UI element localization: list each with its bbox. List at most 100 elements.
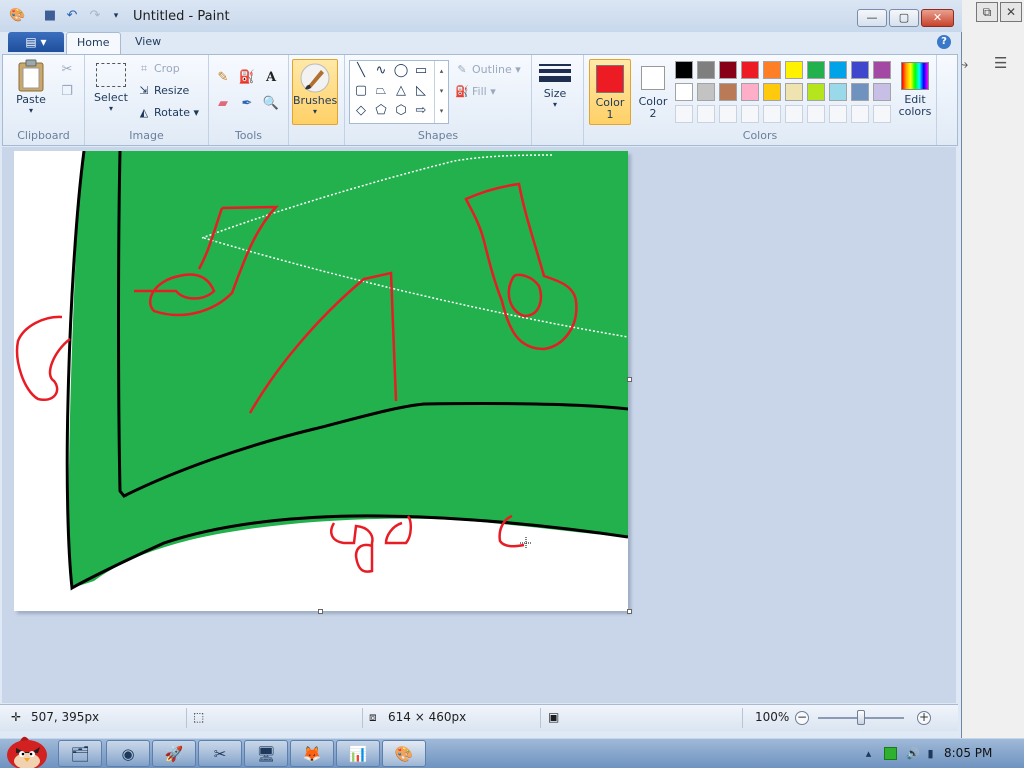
start-button-angry-bird-icon[interactable] [2, 733, 52, 768]
palette-swatch[interactable] [741, 61, 759, 79]
palette-swatch[interactable] [807, 105, 825, 123]
zoom-out-button[interactable]: − [795, 711, 809, 725]
help-icon[interactable]: ? [937, 35, 951, 49]
palette-swatch[interactable] [697, 105, 715, 123]
color-picker-icon[interactable]: ✒ [237, 93, 257, 113]
palette-swatch[interactable] [675, 61, 693, 79]
bg-restore-button[interactable]: ⧉ [976, 2, 998, 22]
crop-button[interactable]: ⌗ Crop [137, 60, 180, 78]
maximize-button[interactable]: ▢ [889, 9, 919, 27]
taskbar-clock[interactable]: 8:05 PM [944, 746, 992, 760]
palette-swatch[interactable] [807, 61, 825, 79]
text-tool-icon[interactable]: A [261, 67, 281, 87]
polygon-shape-icon[interactable]: ⏢ [372, 82, 390, 100]
hexagon-shape-icon[interactable]: ⬡ [392, 102, 410, 120]
curve-shape-icon[interactable]: ∿ [372, 62, 390, 80]
tab-view[interactable]: View [125, 32, 171, 54]
diamond-shape-icon[interactable]: ◇ [352, 102, 370, 120]
palette-swatch[interactable] [719, 83, 737, 101]
undo-icon[interactable]: ↶ [64, 8, 80, 24]
palette-swatch[interactable] [785, 61, 803, 79]
redo-icon[interactable]: ↷ [87, 8, 103, 24]
palette-swatch[interactable] [697, 61, 715, 79]
palette-swatch[interactable] [763, 61, 781, 79]
paste-button[interactable]: Paste ▾ [11, 59, 51, 115]
palette-swatch[interactable] [785, 83, 803, 101]
resize-handle-bottom[interactable] [318, 609, 323, 614]
taskbar-rocket-button[interactable]: 🚀 [152, 740, 196, 767]
zoom-in-button[interactable]: + [917, 711, 931, 725]
palette-swatch[interactable] [851, 105, 869, 123]
shapes-scrollbar[interactable]: ▴ ▾ ▾ [434, 61, 448, 123]
palette-swatch[interactable] [675, 105, 693, 123]
palette-swatch[interactable] [763, 105, 781, 123]
palette-swatch[interactable] [807, 83, 825, 101]
rectangle-shape-icon[interactable]: ▭ [412, 62, 430, 80]
resize-handle-corner[interactable] [627, 609, 632, 614]
taskbar-firefox-button[interactable]: 🦊 [290, 740, 334, 767]
taskbar-tools-button[interactable]: ✂ [198, 740, 242, 767]
tray-network-icon[interactable]: ▮ [924, 747, 937, 760]
brushes-label: Brushes [293, 94, 338, 107]
taskbar-chrome-button[interactable]: ◉ [106, 740, 150, 767]
palette-swatch[interactable] [719, 61, 737, 79]
eraser-icon[interactable]: ▰ [213, 93, 233, 113]
bg-menu-icon[interactable]: ☰ [994, 54, 1007, 72]
fill-bucket-icon[interactable]: ⛽ [237, 67, 257, 87]
pencil-icon[interactable]: ✎ [213, 67, 233, 87]
palette-swatch[interactable] [829, 61, 847, 79]
palette-swatch[interactable] [851, 61, 869, 79]
palette-swatch[interactable] [851, 83, 869, 101]
bg-close-button[interactable]: ✕ [1000, 2, 1022, 22]
palette-swatch[interactable] [785, 105, 803, 123]
size-button[interactable]: Size ▾ [535, 61, 575, 109]
rounded-rect-shape-icon[interactable]: ▢ [352, 82, 370, 100]
palette-swatch[interactable] [873, 105, 891, 123]
triangle-shape-icon[interactable]: △ [392, 82, 410, 100]
palette-swatch[interactable] [829, 83, 847, 101]
pentagon-shape-icon[interactable]: ⬠ [372, 102, 390, 120]
palette-swatch[interactable] [719, 105, 737, 123]
edit-colors-button[interactable]: Edit colors [896, 59, 934, 118]
palette-swatch[interactable] [829, 105, 847, 123]
drawing-canvas[interactable] [14, 151, 628, 611]
customize-qat-icon[interactable]: ▾ [108, 8, 124, 24]
arrow-shape-icon[interactable]: ⇨ [412, 102, 430, 120]
tray-battery-icon[interactable] [884, 747, 897, 760]
taskbar-monitor-button[interactable]: 🖥 [244, 740, 288, 767]
taskbar-presentation-button[interactable]: 📊 [336, 740, 380, 767]
taskbar-paint-button[interactable]: 🎨 [382, 740, 426, 767]
rotate-button[interactable]: ◭ Rotate ▾ [137, 104, 199, 122]
taskbar-explorer-button[interactable]: 🗂 [58, 740, 102, 767]
magnifier-icon[interactable]: 🔍 [261, 93, 281, 113]
palette-swatch[interactable] [873, 83, 891, 101]
palette-swatch[interactable] [675, 83, 693, 101]
tab-home[interactable]: Home [66, 32, 121, 54]
tray-volume-icon[interactable]: 🔊 [906, 747, 920, 760]
palette-swatch[interactable] [763, 83, 781, 101]
resize-handle-right[interactable] [627, 377, 632, 382]
brushes-button[interactable]: Brushes ▾ [292, 59, 338, 125]
right-triangle-shape-icon[interactable]: ◺ [412, 82, 430, 100]
tray-arrow-icon[interactable]: ▴ [862, 747, 875, 760]
minimize-button[interactable]: — [857, 9, 887, 27]
palette-swatch[interactable] [873, 61, 891, 79]
file-menu-button[interactable]: ▤ ▾ [8, 32, 64, 52]
outline-button[interactable]: ✎ Outline ▾ [455, 61, 520, 79]
color1-button[interactable]: Color 1 [589, 59, 631, 125]
palette-swatch[interactable] [741, 105, 759, 123]
palette-swatch[interactable] [697, 83, 715, 101]
resize-button[interactable]: ⇲ Resize [137, 82, 189, 100]
zoom-slider-thumb[interactable] [857, 710, 865, 725]
cut-icon[interactable]: ✂ [57, 59, 77, 79]
close-button[interactable]: ✕ [921, 9, 954, 27]
palette-swatch[interactable] [741, 83, 759, 101]
fill-button[interactable]: ⛽ Fill ▾ [455, 83, 496, 101]
paint-app-icon[interactable]: 🎨 [9, 8, 25, 24]
line-shape-icon[interactable]: ╲ [352, 62, 370, 80]
copy-icon[interactable]: ❐ [57, 81, 77, 101]
select-button[interactable]: Select ▾ [91, 63, 131, 113]
save-icon[interactable]: ■ [42, 8, 58, 24]
oval-shape-icon[interactable]: ◯ [392, 62, 410, 80]
color2-button[interactable]: Color 2 [635, 59, 671, 125]
